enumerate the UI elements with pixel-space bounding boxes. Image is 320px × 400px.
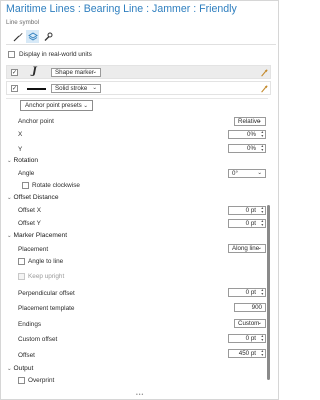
rotate-clockwise-checkbox[interactable] [22, 182, 29, 189]
offset-y-value: 0 pt [245, 220, 256, 227]
offset-y-label: Offset Y [18, 220, 41, 227]
custom-offset-input[interactable]: 0 pt ▲ ▼ [228, 334, 266, 343]
brush-icon [13, 32, 22, 41]
endings-value: Custom [238, 320, 260, 327]
perpendicular-offset-label: Perpendicular offset [18, 290, 75, 297]
divider [6, 98, 268, 99]
pane-subtitle: Line symbol [6, 19, 40, 26]
marker-placement-section-header[interactable]: ⌄ Marker Placement [7, 232, 68, 240]
chevron-down-icon: ⌄ [257, 245, 262, 251]
endings-label: Endings [18, 321, 42, 328]
perpendicular-offset-value: 0 pt [245, 289, 256, 296]
custom-offset-label: Custom offset [18, 336, 58, 343]
spinner-icon[interactable]: ▲ ▼ [261, 144, 264, 152]
resize-grip-icon[interactable]: ••• [136, 392, 144, 398]
anchor-point-label: Anchor point [18, 118, 54, 125]
angle-label: Angle [18, 170, 35, 177]
rotate-clockwise-label: Rotate clockwise [32, 182, 80, 189]
angle-value: 0° [232, 170, 238, 177]
output-header-label: Output [13, 365, 34, 372]
display-real-world-label: Display in real-world units [19, 51, 92, 58]
placement-template-input[interactable]: 900 [234, 303, 266, 312]
offset-value: 450 pt [238, 350, 256, 357]
offset-distance-section-header[interactable]: ⌄ Offset Distance [7, 194, 59, 202]
rotation-header-label: Rotation [13, 157, 39, 164]
anchor-x-value: 0% [247, 131, 256, 138]
overprint-label: Overprint [28, 377, 55, 384]
spinner-icon[interactable]: ▲ ▼ [261, 288, 264, 296]
chevron-down-icon: ⌄ [7, 366, 12, 372]
tab-layers[interactable] [26, 30, 39, 43]
placement-dropdown[interactable]: Along line ⌄ [228, 244, 266, 253]
anchor-x-input[interactable]: 0% ▲ ▼ [228, 130, 266, 139]
keep-upright-checkbox[interactable] [18, 273, 25, 280]
symbology-pane: Maritime Lines : Bearing Line : Jammer :… [0, 0, 279, 400]
anchor-x-label: X [18, 131, 23, 138]
anchor-presets-label: Anchor point presets [25, 102, 82, 109]
wrench-icon [44, 32, 52, 41]
anchor-point-presets-button[interactable]: Anchor point presets ⌄ [20, 100, 93, 111]
layer-type-dropdown[interactable]: Solid stroke ⌄ [51, 84, 101, 93]
custom-offset-value: 0 pt [245, 335, 256, 342]
placement-template-label: Placement template [18, 305, 75, 312]
layer-visibility-checkbox[interactable]: ✓ [11, 85, 18, 92]
offset-label: Offset [18, 352, 35, 359]
anchor-mode-dropdown[interactable]: Relative ⌄ [234, 117, 266, 126]
chevron-down-icon: ⌄ [7, 158, 12, 164]
chevron-down-icon: ⌄ [257, 118, 262, 124]
display-real-world-checkbox[interactable] [8, 51, 15, 58]
spinner-icon[interactable]: ▲ ▼ [261, 206, 264, 214]
angle-to-line-checkbox[interactable] [18, 258, 25, 265]
chevron-down-icon: ⌄ [92, 69, 97, 75]
chevron-down-icon: ⌄ [257, 320, 262, 326]
offset-distance-header-label: Offset Distance [13, 194, 59, 201]
chevron-down-icon: ⌄ [92, 85, 97, 91]
chevron-down-icon: ⌄ [257, 170, 262, 176]
anchor-y-input[interactable]: 0% ▲ ▼ [228, 144, 266, 153]
layer-type-dropdown[interactable]: Shape marker ⌄ [51, 68, 101, 77]
lock-icon[interactable] [260, 69, 268, 77]
perpendicular-offset-input[interactable]: 0 pt ▲ ▼ [228, 288, 266, 297]
marker-placement-header-label: Marker Placement [13, 232, 68, 239]
placement-value: Along line [232, 245, 260, 252]
tab-divider [6, 44, 276, 45]
angle-to-line-label: Angle to line [28, 258, 64, 265]
overprint-checkbox[interactable] [18, 377, 25, 384]
anchor-y-label: Y [18, 146, 23, 153]
placement-label: Placement [18, 246, 49, 253]
layer-preview-line [27, 88, 46, 90]
layer-visibility-checkbox[interactable]: ✓ [11, 69, 18, 76]
tab-properties[interactable] [11, 30, 24, 43]
tab-structure[interactable] [41, 30, 54, 43]
keep-upright-label: Keep upright [28, 273, 65, 280]
layer-row-solid-stroke[interactable]: ✓ Solid stroke ⌄ [6, 81, 271, 95]
chevron-down-icon: ⌄ [7, 195, 12, 201]
offset-y-input[interactable]: 0 pt ▲ ▼ [228, 219, 266, 228]
pane-title: Maritime Lines : Bearing Line : Jammer :… [6, 3, 237, 15]
offset-x-value: 0 pt [245, 207, 256, 214]
layer-preview: J [32, 66, 37, 77]
offset-input[interactable]: 450 pt ▲ ▼ [228, 349, 266, 358]
layers-icon [27, 31, 38, 41]
layer-type-label: Shape marker [55, 69, 94, 76]
spinner-icon[interactable]: ▲ ▼ [261, 334, 264, 342]
chevron-down-icon: ⌄ [83, 102, 88, 109]
chevron-down-icon: ⌄ [7, 233, 12, 239]
output-section-header[interactable]: ⌄ Output [7, 365, 34, 373]
layer-row-shape-marker[interactable]: ✓ J Shape marker ⌄ [6, 65, 271, 79]
layer-type-label: Solid stroke [55, 85, 88, 92]
lock-icon[interactable] [260, 85, 268, 93]
angle-input[interactable]: 0° ⌄ [228, 169, 266, 178]
scrollbar-thumb[interactable] [267, 205, 270, 380]
endings-dropdown[interactable]: Custom ⌄ [234, 319, 266, 328]
spinner-icon[interactable]: ▲ ▼ [261, 219, 264, 227]
rotation-section-header[interactable]: ⌄ Rotation [7, 157, 39, 165]
spinner-icon[interactable]: ▲ ▼ [261, 349, 264, 357]
placement-template-value: 900 [251, 304, 262, 311]
offset-x-label: Offset X [18, 207, 41, 214]
anchor-y-value: 0% [247, 145, 256, 152]
spinner-icon[interactable]: ▲ ▼ [261, 130, 264, 138]
offset-x-input[interactable]: 0 pt ▲ ▼ [228, 206, 266, 215]
